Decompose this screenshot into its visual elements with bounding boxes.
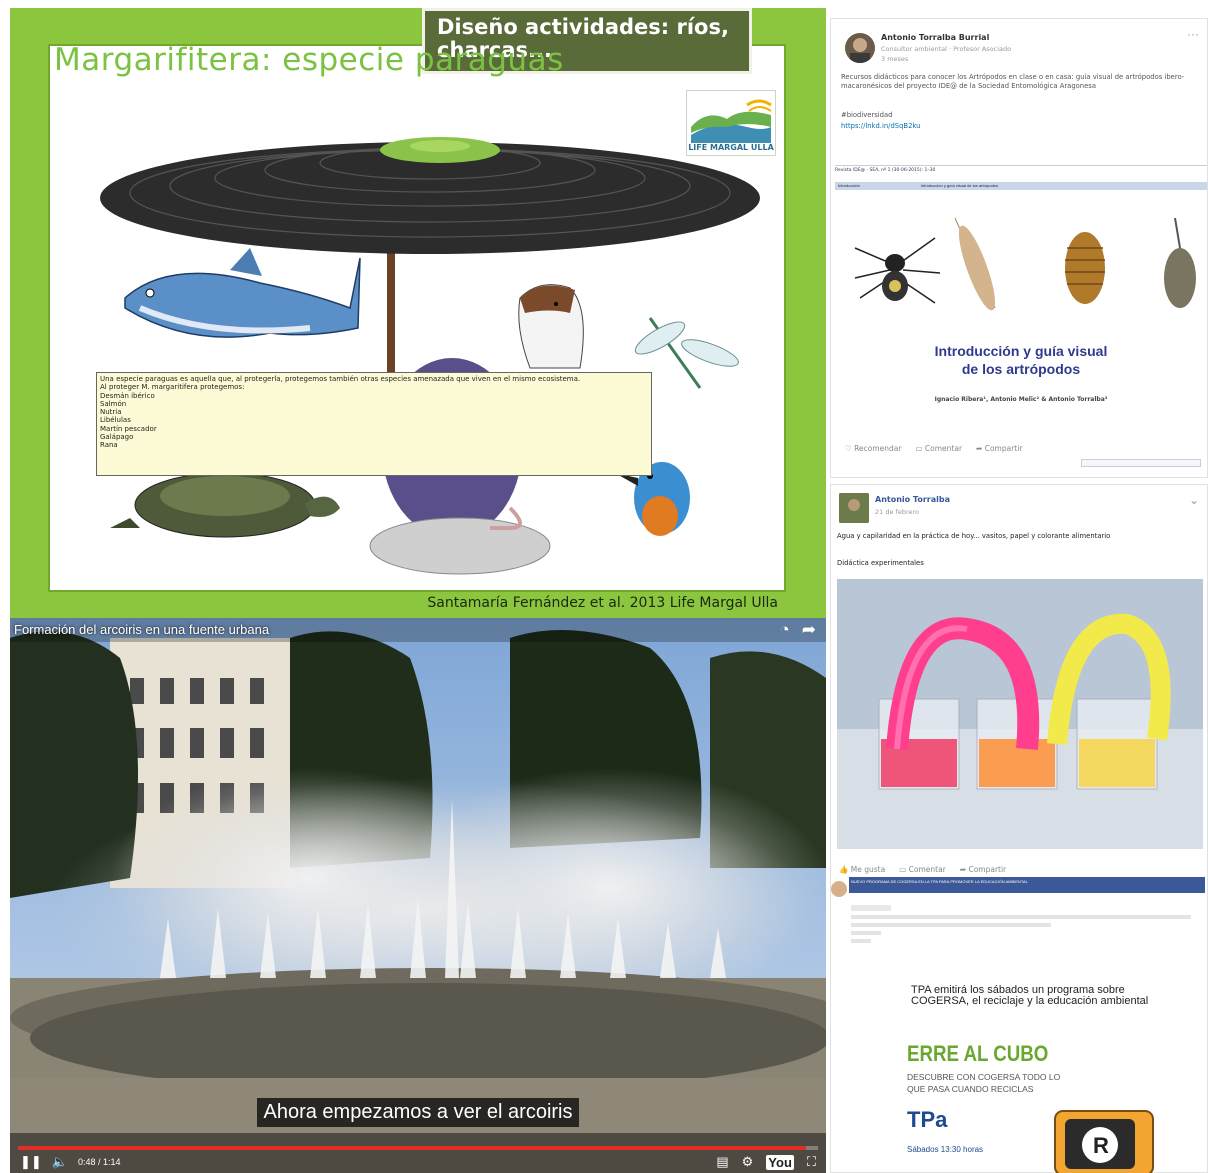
comment-button[interactable]: ▭ Comentar [915,444,962,453]
news-header: NUEVO PROGRAMA DE COGERSA EN LA TPA PARA… [849,877,1205,893]
linkedin-post: Antonio Torralba Burrial Consultor ambie… [830,18,1208,478]
share-icon[interactable]: ➦ [802,621,816,639]
comment-button[interactable]: ▭ Comentar [899,865,946,874]
program-tagline: DESCUBRE CON COGERSA TODO LO QUE PASA CU… [907,1071,1060,1095]
video-top-actions: ◔ ➦ [779,621,816,639]
slide-citation: Santamaría Fernández et al. 2013 Life Ma… [427,595,778,611]
tagline-line-1: DESCUBRE CON COGERSA TODO LO [907,1072,1061,1082]
fullscreen-icon[interactable]: ⛶ [807,1154,816,1170]
post-author[interactable]: Antonio Torralba Burrial [881,33,989,42]
youtube-logo-icon[interactable]: You [766,1154,794,1170]
doc-authors: Ignacio Ribera¹, Antonio Melic² & Antoni… [934,396,1108,403]
post-author[interactable]: Antonio Torralba [875,495,950,504]
share-button[interactable]: ➦ Compartir [976,444,1022,453]
doc-title-line-2: de los artrópodos [961,361,1081,377]
news-body [851,905,1201,943]
progress-fill [18,1146,806,1150]
volume-icon[interactable]: 🔈 [52,1154,68,1170]
post-body: Recursos didácticos para conocer los Art… [841,73,1185,90]
video-time: 0:48 / 1:14 [77,1157,121,1167]
presentation-slide: Diseño actividades: ríos, charcas... Mar… [10,8,826,618]
tpa-logo: TPa [907,1107,948,1132]
info-line: Libélulas [100,416,131,425]
tv-illustration: R [1054,1110,1154,1173]
info-text-box: Una especie paraguas es aquella que, al … [96,372,652,476]
logo-text: LIFE MARGAL ULLA [688,143,774,152]
info-line: Una especie paraguas es aquella que, al … [100,375,581,383]
post-actions: 👍 Me gusta ▭ Comentar ➦ Compartir [839,865,1006,874]
commenter-avatar[interactable] [831,881,847,897]
like-button[interactable]: 👍 Me gusta [839,865,885,874]
post-link[interactable]: https://lnkd.in/dSqB2ku [841,122,920,131]
tagline-line-2: QUE PASA CUANDO RECICLAS [907,1084,1034,1094]
avatar[interactable] [839,493,869,523]
recommend-button[interactable]: ♡ Recomendar [845,444,901,453]
doc-title-line-1: Introducción y guía visual [934,343,1108,359]
post-actions: ♡ Recomendar ▭ Comentar ➦ Compartir [845,444,1022,453]
life-margal-ulla-logo: LIFE MARGAL ULLA [686,90,776,156]
attached-document[interactable]: Revista IDE@ - SEA, nº 1 (30-06-2015): 1… [835,165,1207,441]
post-hashtag[interactable]: #biodiversidad [841,111,892,120]
progress-bar[interactable] [18,1146,818,1150]
shared-news-box[interactable]: NUEVO PROGRAMA DE COGERSA EN LA TPA PARA… [849,877,1205,975]
arthropod-illustrations [854,217,1196,311]
info-line: Rana [100,441,118,450]
info-line: Martín pescador [100,424,157,433]
share-label: Compartir [968,865,1007,874]
settings-gear-icon[interactable]: ⚙ [742,1154,754,1170]
more-options-icon[interactable]: ⌄ [1189,493,1199,507]
comment-label: Comentar [908,865,946,874]
doc-bar: Introducción Introducción y guía visual … [835,182,1207,190]
info-line: Salmón [100,399,127,408]
program-title: ERRE AL CUBO [907,1041,1049,1066]
info-line: Desmán ibérico [100,391,155,400]
post-photo[interactable] [837,579,1203,849]
video-caption: Ahora empezamos a ver el arcoiris [10,1098,826,1127]
avatar[interactable] [845,33,875,63]
doc-bar-mid: Introducción y guía visual de los artróp… [920,183,999,188]
video-title[interactable]: Formación del arcoiris en una fuente urb… [14,622,269,637]
post-time: 21 de febrero [875,508,919,516]
post-time: 3 meses [881,55,909,63]
captions-icon[interactable]: ▤ [716,1154,728,1170]
pause-icon[interactable]: ❚❚ [20,1154,42,1170]
recommend-label: Recomendar [854,444,902,453]
scrollbar[interactable] [1081,459,1201,467]
like-label: Me gusta [850,865,886,874]
info-line: Nutria [100,408,122,417]
video-player[interactable]: Formación del arcoiris en una fuente urb… [10,618,826,1173]
video-controls: ❚❚ 🔈 0:48 / 1:14 ▤ ⚙ You ⛶ [10,1151,826,1173]
info-line: Galápago [100,433,134,442]
share-button[interactable]: ➦ Compartir [960,865,1006,874]
post-hashtag[interactable]: Didáctica experimentales [837,559,924,568]
tpa-announcement: TPA emitirá los sábados un programa sobr… [911,984,1149,1007]
info-line: Al proteger M. margaritifera protegemos: [100,383,245,392]
author-headline: Consultor ambiental · Profesor Asociado [881,45,1012,53]
slide-title: Margarifitera: especie paraguas [54,42,564,78]
video-frame [10,618,826,1173]
schedule-text: Sábados 13:30 horas [907,1145,984,1154]
caption-text: Ahora empezamos a ver el arcoiris [257,1098,579,1127]
share-label: Compartir [984,444,1023,453]
doc-bar-left: Introducción [838,183,860,188]
more-options-icon[interactable]: ··· [1187,27,1199,41]
comment-label: Comentar [924,444,963,453]
facebook-post: Antonio Torralba 21 de febrero ⌄ Agua y … [830,484,1208,1173]
doc-title: Introducción y guía visual de los artróp… [835,342,1207,378]
post-body: Agua y capilaridad en la práctica de hoy… [837,532,1111,540]
watch-later-icon[interactable]: ◔ [779,621,789,639]
svg-text:R: R [1093,1133,1109,1158]
